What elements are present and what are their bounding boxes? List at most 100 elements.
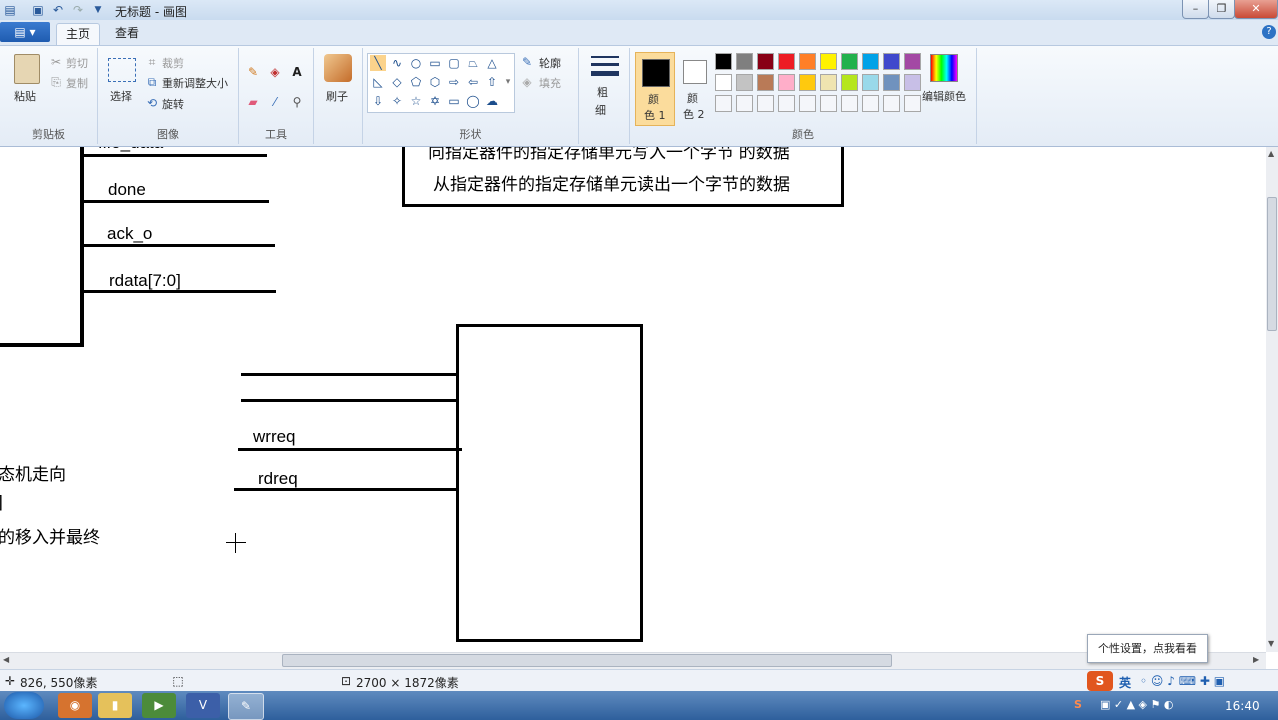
resize-button[interactable]: 重新调整大小 bbox=[162, 75, 228, 91]
palette-swatch[interactable] bbox=[904, 53, 921, 70]
taskbar-app-3-icon[interactable]: ▶ bbox=[142, 693, 176, 718]
palette-swatch[interactable] bbox=[715, 53, 732, 70]
palette-empty-swatch[interactable] bbox=[799, 95, 816, 112]
undo-icon[interactable]: ↶ bbox=[50, 2, 66, 18]
vertical-scroll-thumb[interactable] bbox=[1267, 197, 1277, 331]
tray-sogou-icon[interactable]: S bbox=[1074, 698, 1082, 711]
pencil-icon[interactable]: ✎ bbox=[245, 64, 261, 80]
color2-button[interactable]: 颜 色 2 bbox=[677, 52, 713, 124]
horizontal-scroll-thumb[interactable] bbox=[282, 654, 892, 667]
edit-colors-button[interactable]: 编辑颜色 bbox=[922, 88, 966, 104]
ime-toolbar-icons[interactable]: ◦ ☺ ♪ ⌨ ✚ ▣ bbox=[1140, 674, 1225, 688]
palette-swatch[interactable] bbox=[904, 74, 921, 91]
palette-empty-swatch[interactable] bbox=[841, 95, 858, 112]
pentagon-shape-icon[interactable]: ⬠ bbox=[408, 74, 424, 90]
palette-empty-swatch[interactable] bbox=[862, 95, 879, 112]
palette-empty-swatch[interactable] bbox=[715, 95, 732, 112]
size-group[interactable]: 粗 细 bbox=[579, 48, 630, 144]
eraser-icon[interactable]: ▰ bbox=[245, 94, 261, 110]
palette-swatch[interactable] bbox=[862, 74, 879, 91]
palette-empty-swatch[interactable] bbox=[883, 95, 900, 112]
diamond-shape-icon[interactable]: ◇ bbox=[389, 74, 405, 90]
select-button[interactable]: 选择 bbox=[110, 88, 132, 104]
help-icon[interactable]: ? bbox=[1262, 25, 1276, 39]
rotate-button[interactable]: 旋转 bbox=[162, 96, 184, 112]
four-point-star-shape-icon[interactable]: ✧ bbox=[389, 93, 405, 109]
callout-oval-shape-icon[interactable]: ◯ bbox=[465, 93, 481, 109]
palette-swatch[interactable] bbox=[862, 53, 879, 70]
palette-swatch[interactable] bbox=[757, 53, 774, 70]
palette-swatch[interactable] bbox=[757, 74, 774, 91]
select-icon[interactable] bbox=[108, 58, 136, 82]
edit-colors-icon[interactable] bbox=[930, 54, 958, 82]
callout-rect-shape-icon[interactable]: ▭ bbox=[446, 93, 462, 109]
palette-swatch[interactable] bbox=[841, 74, 858, 91]
palette-swatch[interactable] bbox=[799, 74, 816, 91]
five-point-star-shape-icon[interactable]: ☆ bbox=[408, 93, 424, 109]
tab-view[interactable]: 查看 bbox=[106, 23, 148, 44]
color-picker-icon[interactable]: ⁄ bbox=[267, 94, 283, 110]
palette-swatch[interactable] bbox=[799, 53, 816, 70]
color1-button[interactable]: 颜 色 1 bbox=[635, 52, 675, 126]
palette-swatch[interactable] bbox=[778, 53, 795, 70]
palette-swatch[interactable] bbox=[841, 53, 858, 70]
palette-swatch[interactable] bbox=[820, 74, 837, 91]
palette-empty-swatch[interactable] bbox=[904, 95, 921, 112]
tray-icons[interactable]: ▣ ✓ ▲ ◈ ⚑ ◐ bbox=[1100, 698, 1173, 711]
ime-tooltip[interactable]: 个性设置，点我看看 bbox=[1087, 634, 1208, 663]
palette-swatch[interactable] bbox=[883, 74, 900, 91]
taskbar-app-1-icon[interactable]: ◉ bbox=[58, 693, 92, 718]
palette-swatch[interactable] bbox=[715, 74, 732, 91]
palette-swatch[interactable] bbox=[883, 53, 900, 70]
shapes-scroll-icon[interactable]: ▾ bbox=[500, 74, 516, 90]
cloud-callout-shape-icon[interactable]: ☁ bbox=[484, 93, 500, 109]
fill-dropdown[interactable]: 填充 bbox=[539, 75, 561, 91]
hexagon-shape-icon[interactable]: ⬡ bbox=[427, 74, 443, 90]
right-arrow-shape-icon[interactable]: ⇨ bbox=[446, 74, 462, 90]
left-arrow-shape-icon[interactable]: ⇦ bbox=[465, 74, 481, 90]
palette-empty-swatch[interactable] bbox=[820, 95, 837, 112]
start-button[interactable] bbox=[4, 692, 44, 719]
maximize-button[interactable]: ❐ bbox=[1208, 0, 1235, 19]
taskbar-paint-icon[interactable]: ✎ bbox=[228, 693, 264, 720]
save-icon[interactable]: ▣ bbox=[30, 2, 46, 18]
scroll-left-icon[interactable]: ◀ bbox=[3, 655, 9, 664]
palette-empty-swatch[interactable] bbox=[778, 95, 795, 112]
taskbar-visio-icon[interactable]: V bbox=[186, 693, 220, 718]
paste-button[interactable]: 粘贴 bbox=[14, 88, 36, 104]
line-shape-icon[interactable]: ╲ bbox=[370, 55, 386, 71]
up-arrow-shape-icon[interactable]: ⇧ bbox=[484, 74, 500, 90]
crop-button[interactable]: 裁剪 bbox=[162, 55, 184, 71]
six-point-star-shape-icon[interactable]: ✡ bbox=[427, 93, 443, 109]
triangle-shape-icon[interactable]: △ bbox=[484, 55, 500, 71]
palette-swatch[interactable] bbox=[778, 74, 795, 91]
redo-icon[interactable]: ↷ bbox=[70, 2, 86, 18]
sogou-ime-icon[interactable]: S bbox=[1087, 671, 1113, 691]
polygon-shape-icon[interactable]: ⏢ bbox=[465, 55, 481, 71]
drawing-canvas[interactable]: fifo_data done ack_o rdata[7:0] 向指定器件的指定… bbox=[0, 147, 1266, 652]
oval-shape-icon[interactable]: ○ bbox=[408, 55, 424, 71]
brushes-button[interactable]: 刷子 bbox=[326, 88, 348, 104]
chevron-down-icon[interactable]: ▼ bbox=[90, 2, 106, 18]
tab-home[interactable]: 主页 bbox=[56, 23, 100, 45]
outline-dropdown[interactable]: 轮廓 bbox=[539, 55, 561, 71]
palette-swatch[interactable] bbox=[820, 53, 837, 70]
palette-empty-swatch[interactable] bbox=[757, 95, 774, 112]
rectangle-shape-icon[interactable]: ▭ bbox=[427, 55, 443, 71]
brush-icon[interactable] bbox=[324, 54, 352, 82]
minimize-button[interactable]: – bbox=[1182, 0, 1209, 19]
scroll-right-icon[interactable]: ▶ bbox=[1253, 655, 1259, 664]
fill-bucket-icon[interactable]: ◈ bbox=[267, 64, 283, 80]
palette-swatch[interactable] bbox=[736, 53, 753, 70]
curve-shape-icon[interactable]: ∿ bbox=[389, 55, 405, 71]
copy-button[interactable]: 复制 bbox=[66, 75, 88, 91]
horizontal-scrollbar[interactable]: ◀ ▶ bbox=[0, 652, 1266, 669]
down-arrow-shape-icon[interactable]: ⇩ bbox=[370, 93, 386, 109]
taskbar-explorer-icon[interactable]: ▮ bbox=[98, 693, 132, 718]
file-menu-button[interactable]: ▤ ▾ bbox=[0, 22, 50, 42]
close-button[interactable]: ✕ bbox=[1234, 0, 1278, 19]
magnifier-icon[interactable]: ⚲ bbox=[289, 94, 305, 110]
palette-empty-swatch[interactable] bbox=[736, 95, 753, 112]
clock[interactable]: 16:40 bbox=[1225, 699, 1260, 713]
right-triangle-shape-icon[interactable]: ◺ bbox=[370, 74, 386, 90]
